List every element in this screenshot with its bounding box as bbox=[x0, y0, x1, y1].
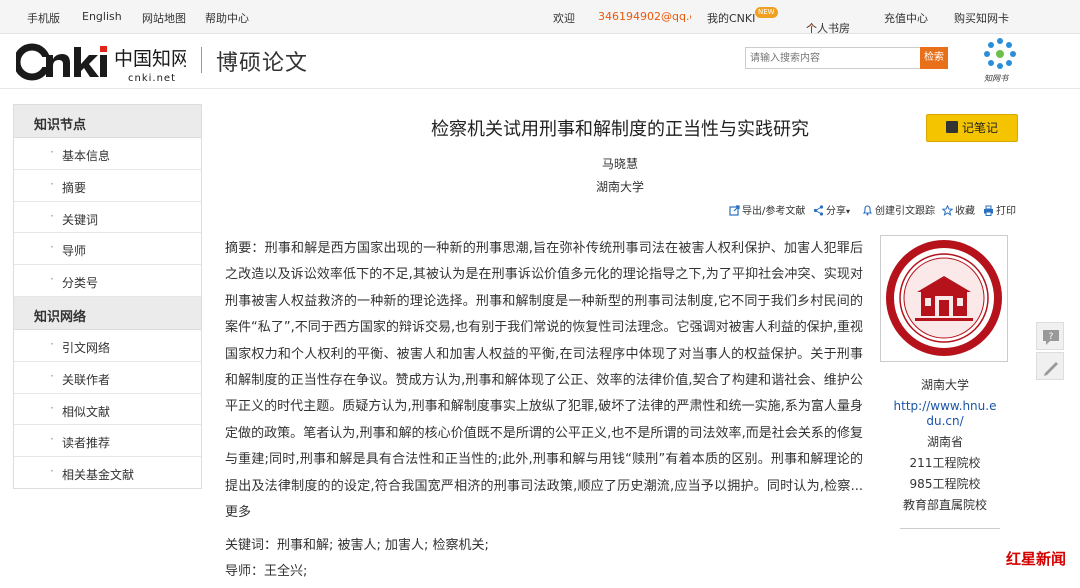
header-divider bbox=[201, 47, 202, 73]
cnki-logo[interactable]: 中国知网 cnki.net bbox=[16, 41, 186, 85]
pencil-icon bbox=[1044, 362, 1058, 376]
export-icon bbox=[729, 205, 740, 216]
share-icon bbox=[813, 205, 824, 216]
printer-icon bbox=[984, 205, 993, 216]
take-note-label: 记笔记 bbox=[961, 121, 998, 135]
more-link[interactable]: 更多 bbox=[225, 505, 251, 520]
sidebar: 知识节点 基本信息 摘要 关键词 导师 分类号 知识网络 引文网络 关联作者 相… bbox=[13, 104, 202, 489]
chevron-down-icon: ⌄ bbox=[808, 20, 816, 30]
share-caret-icon: ▾ bbox=[846, 207, 851, 216]
search-input[interactable] bbox=[745, 47, 921, 69]
svg-text:?: ? bbox=[1049, 332, 1054, 342]
sidebar-item-citation-network[interactable]: 引文网络 bbox=[14, 330, 201, 362]
keywords-label: 关键词： bbox=[225, 538, 278, 553]
share-action[interactable]: 分享▾ bbox=[813, 202, 850, 217]
share-label: 分享 bbox=[826, 206, 846, 217]
site-title: 博硕论文 bbox=[216, 51, 309, 76]
search-button[interactable]: 检索 bbox=[920, 47, 948, 69]
take-note-button[interactable]: 记笔记 bbox=[926, 114, 1018, 142]
export-action[interactable]: 导出/参考文献 bbox=[729, 202, 805, 217]
header: 中国知网 cnki.net 博硕论文 检索 知网书 bbox=[0, 35, 1080, 89]
sidebar-item-basic-info[interactable]: 基本信息 bbox=[14, 138, 201, 170]
note-icon bbox=[945, 121, 958, 133]
mobile-link[interactable]: 手机版 bbox=[27, 10, 60, 26]
top-bar: 手机版 English 网站地图 帮助中心 欢迎 346194902@qq.co… bbox=[0, 0, 1080, 35]
print-label: 打印 bbox=[996, 206, 1016, 217]
edit-note-button[interactable] bbox=[1036, 352, 1064, 380]
sidebar-item-keywords[interactable]: 关键词 bbox=[14, 202, 201, 234]
institution-panel: 湖南大学 http://www.hnu.edu.cn/ 湖南省 211工程院校 … bbox=[880, 375, 1010, 516]
bell-icon bbox=[862, 205, 873, 216]
institution-tag-985: 985工程院校 bbox=[909, 477, 981, 491]
print-action[interactable]: 打印 bbox=[983, 202, 1016, 217]
logo-text: cnki.net bbox=[128, 73, 176, 84]
abstract-text: 刑事和解是西方国家出现的一种新的刑事思潮,旨在弥补传统刑事司法在被害人权利保护、… bbox=[225, 241, 863, 494]
star-icon bbox=[942, 205, 953, 216]
sidebar-section-knowledge-nodes: 知识节点 bbox=[14, 105, 201, 138]
app-label: 知网书 bbox=[984, 74, 1008, 83]
chat-bubble-icon: ? bbox=[1043, 330, 1059, 345]
recharge-link[interactable]: 充值中心 bbox=[884, 10, 928, 26]
advisor-label: 导师： bbox=[225, 564, 265, 579]
keywords-value[interactable]: 刑事和解; 被害人; 加害人; 检察机关; bbox=[277, 538, 489, 553]
feedback-button[interactable]: ? bbox=[1036, 322, 1064, 350]
new-badge: NEW bbox=[755, 7, 778, 18]
logo-chinese-icon: 中国知网 bbox=[114, 48, 186, 70]
sidebar-section-knowledge-network: 知识网络 bbox=[14, 296, 201, 330]
track-citation-action[interactable]: 创建引文跟踪 bbox=[862, 202, 935, 217]
sidebar-item-advisor[interactable]: 导师 bbox=[14, 233, 201, 266]
sitemap-link[interactable]: 网站地图 bbox=[142, 10, 186, 26]
my-cnki-link[interactable]: 我的CNKI bbox=[707, 10, 755, 26]
advisor-value[interactable]: 王全兴; bbox=[264, 564, 307, 579]
author-link[interactable]: 马晓慧 bbox=[360, 155, 880, 172]
welcome-text: 欢迎 bbox=[553, 12, 575, 25]
advisor-row: 导师：王全兴; bbox=[225, 560, 307, 579]
sidebar-item-similar-docs[interactable]: 相似文献 bbox=[14, 394, 201, 426]
institution-tag-moe: 教育部直属院校 bbox=[902, 498, 987, 512]
institution-tag-211: 211工程院校 bbox=[909, 456, 981, 470]
export-label: 导出/参考文献 bbox=[742, 206, 806, 217]
university-seal[interactable] bbox=[880, 235, 1008, 362]
favorite-label: 收藏 bbox=[955, 206, 975, 217]
english-link[interactable]: English bbox=[82, 10, 122, 23]
sidebar-item-related-funds[interactable]: 相关基金文献 bbox=[14, 457, 201, 489]
track-citation-label: 创建引文跟踪 bbox=[875, 206, 935, 217]
sidebar-item-abstract[interactable]: 摘要 bbox=[14, 170, 201, 202]
sidebar-item-reader-recommend[interactable]: 读者推荐 bbox=[14, 425, 201, 458]
paper-title: 检察机关试用刑事和解制度的正当性与实践研究 bbox=[431, 119, 809, 140]
abstract-label: 摘要： bbox=[225, 241, 265, 256]
university-seal-icon bbox=[886, 240, 1002, 356]
help-link[interactable]: 帮助中心 bbox=[205, 10, 249, 26]
institution-link[interactable]: 湖南大学 bbox=[360, 178, 880, 195]
institution-url[interactable]: http://www.hnu.edu.cn/ bbox=[880, 399, 1010, 429]
watermark-logo: 红星新闻 bbox=[1006, 550, 1067, 568]
institution-divider bbox=[900, 528, 1000, 529]
sidebar-item-classification[interactable]: 分类号 bbox=[14, 265, 201, 297]
buy-card-link[interactable]: 购买知网卡 bbox=[954, 10, 1009, 26]
favorite-action[interactable]: 收藏 bbox=[942, 202, 975, 217]
institution-province: 湖南省 bbox=[926, 435, 963, 449]
institution-name[interactable]: 湖南大学 bbox=[880, 375, 1010, 396]
account-link[interactable]: 346194902@qq.co bbox=[598, 10, 691, 23]
sidebar-item-related-authors[interactable]: 关联作者 bbox=[14, 362, 201, 394]
keywords-row: 关键词：刑事和解; 被害人; 加害人; 检察机关; bbox=[225, 534, 489, 553]
abstract-block: 摘要：刑事和解是西方国家出现的一种新的刑事思潮,旨在弥补传统刑事司法在被害人权利… bbox=[225, 236, 863, 526]
